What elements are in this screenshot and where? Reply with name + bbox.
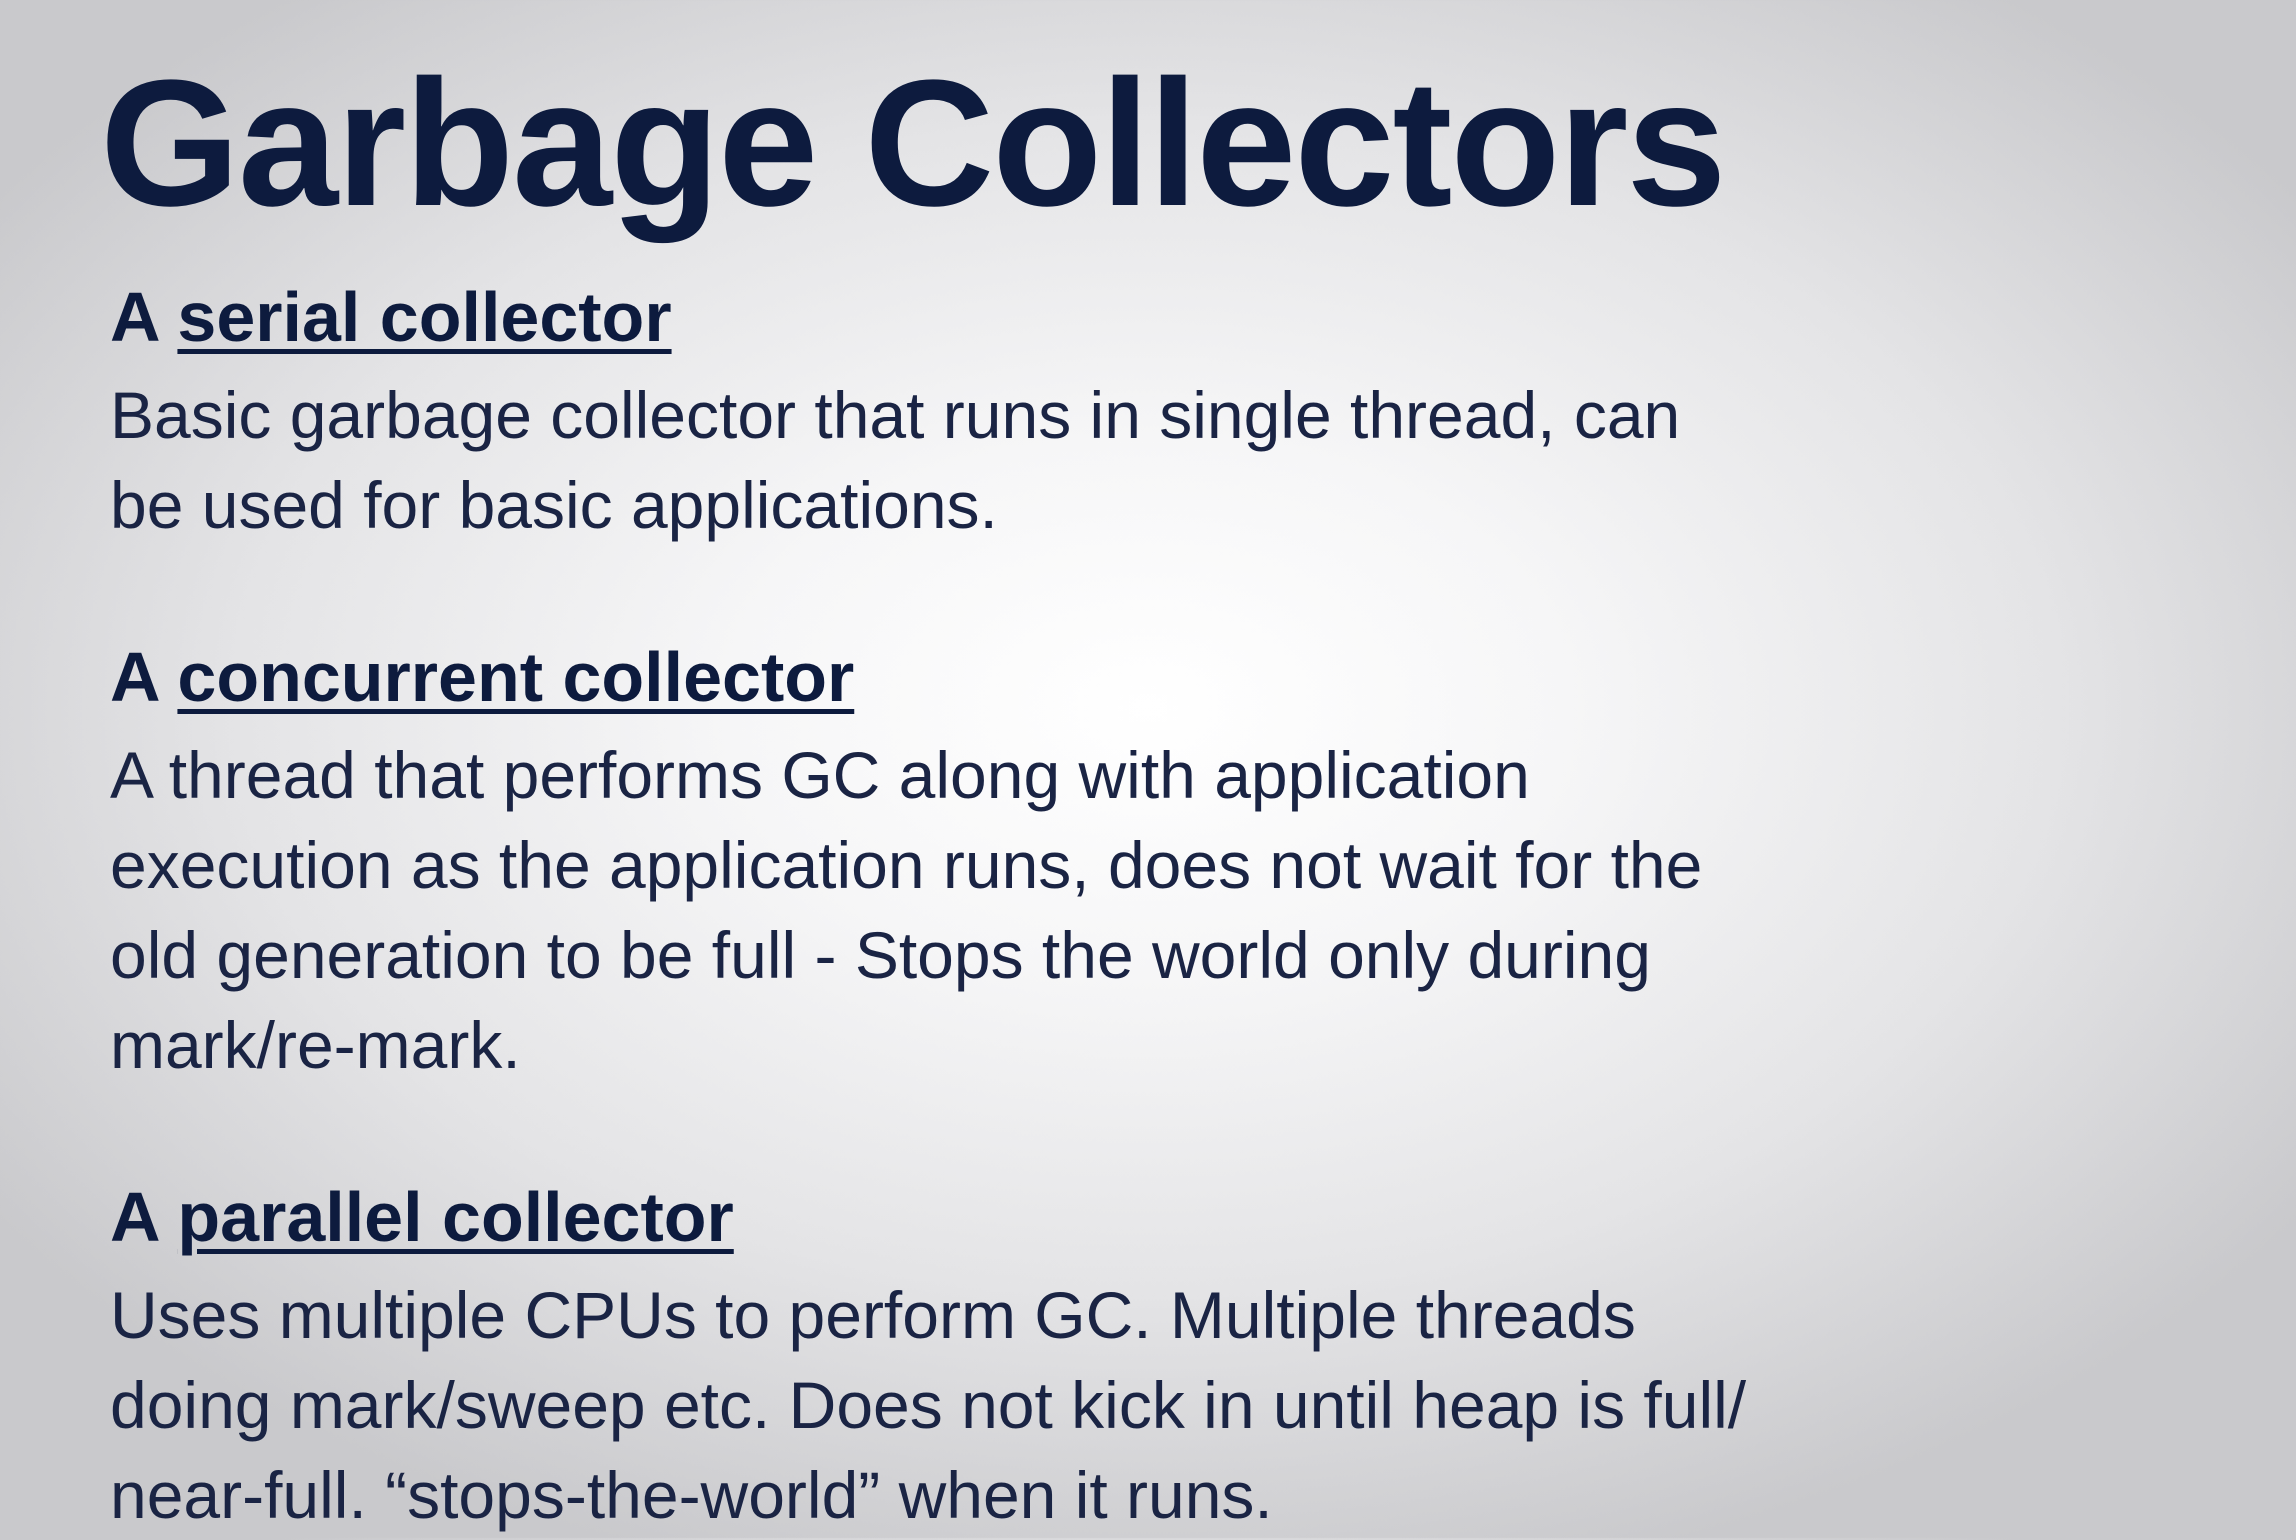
heading-article: A xyxy=(110,638,158,716)
heading-article: A xyxy=(110,1178,158,1256)
section-parallel-collector: A parallel collector Uses multiple CPUs … xyxy=(110,1182,2110,1540)
description-line: execution as the application runs, does … xyxy=(110,828,1703,902)
section-concurrent-collector: A concurrent collector A thread that per… xyxy=(110,642,2110,1090)
section-heading: A serial collector xyxy=(110,282,2110,352)
heading-term: serial collector xyxy=(177,278,672,356)
description-line: Uses multiple CPUs to perform GC. Multip… xyxy=(110,1278,1636,1352)
heading-term: parallel collector xyxy=(177,1178,734,1256)
section-description: Uses multiple CPUs to perform GC. Multip… xyxy=(110,1270,2110,1540)
slide-title: Garbage Collectors xyxy=(100,43,1727,244)
description-line: near-full. “stops-the-world” when it run… xyxy=(110,1458,1273,1532)
slide: Garbage Collectors A serial collector Ba… xyxy=(0,0,2296,1538)
description-line: doing mark/sweep etc. Does not kick in u… xyxy=(110,1368,1747,1442)
description-line: old generation to be full - Stops the wo… xyxy=(110,918,1651,992)
section-heading: A concurrent collector xyxy=(110,642,2110,712)
description-line: Basic garbage collector that runs in sin… xyxy=(110,378,1681,452)
heading-article: A xyxy=(110,278,158,356)
section-description: A thread that performs GC along with app… xyxy=(110,730,2110,1090)
description-line: mark/re-mark. xyxy=(110,1008,521,1082)
description-line: be used for basic applications. xyxy=(110,468,998,542)
heading-term: concurrent collector xyxy=(177,638,855,716)
description-line: A thread that performs GC along with app… xyxy=(110,738,1530,812)
section-serial-collector: A serial collector Basic garbage collect… xyxy=(110,282,2110,550)
section-description: Basic garbage collector that runs in sin… xyxy=(110,370,2110,550)
section-heading: A parallel collector xyxy=(110,1182,2110,1252)
